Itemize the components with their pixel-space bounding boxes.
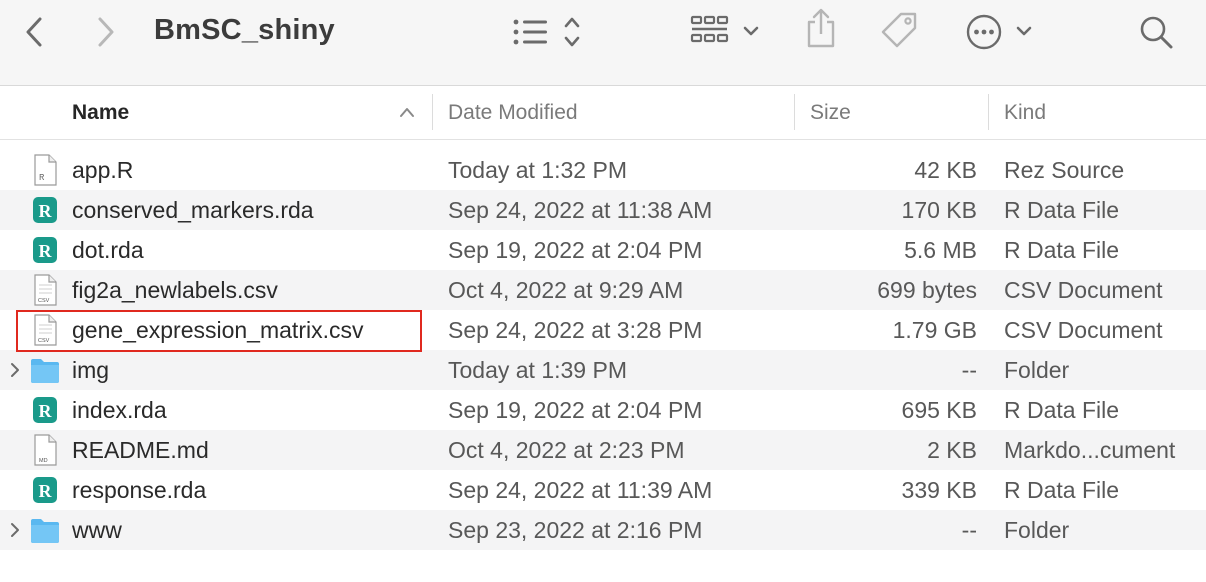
tag-button[interactable] xyxy=(878,10,922,52)
column-divider[interactable] xyxy=(794,94,795,130)
file-size: 42 KB xyxy=(914,157,977,183)
file-kind: CSV Document xyxy=(1004,317,1163,343)
search-button[interactable] xyxy=(1136,12,1176,52)
file-kind: Markdo...cument xyxy=(1004,437,1176,463)
file-kind: R Data File xyxy=(1004,397,1120,423)
disclosure-triangle-icon[interactable] xyxy=(8,362,22,378)
file-name: README.md xyxy=(72,437,209,463)
kind-column-header[interactable]: Kind xyxy=(1004,86,1046,140)
file-date: Sep 24, 2022 at 11:39 AM xyxy=(448,477,713,503)
file-row[interactable]: R app.R Today at 1:32 PM 42 KB Rez Sourc… xyxy=(0,150,1206,190)
ellipsis-circle-icon xyxy=(966,14,1032,50)
file-size: -- xyxy=(961,517,977,543)
file-row[interactable]: R conserved_markers.rda Sep 24, 2022 at … xyxy=(0,190,1206,230)
folder-icon xyxy=(31,359,59,383)
tag-icon xyxy=(881,12,917,48)
icon-label: MD xyxy=(39,458,48,464)
share-icon xyxy=(807,8,835,48)
file-size: 695 KB xyxy=(901,397,977,423)
r-script-doc-icon: R xyxy=(34,154,57,186)
icon-label: CSV xyxy=(38,298,50,304)
r-data-icon: R xyxy=(33,197,57,223)
file-kind: R Data File xyxy=(1004,237,1120,263)
file-row[interactable]: www Sep 23, 2022 at 2:16 PM -- Folder xyxy=(0,510,1206,550)
file-name: www xyxy=(72,517,122,543)
window-title: BmSC_shiny xyxy=(154,14,335,46)
file-date: Oct 4, 2022 at 2:23 PM xyxy=(448,437,685,463)
file-date: Today at 1:39 PM xyxy=(448,357,627,383)
md-doc-icon: MD xyxy=(34,434,57,466)
file-row[interactable]: R index.rda Sep 19, 2022 at 2:04 PM 695 … xyxy=(0,390,1206,430)
file-size: 339 KB xyxy=(901,477,977,503)
file-row[interactable]: R dot.rda Sep 19, 2022 at 2:04 PM 5.6 MB… xyxy=(0,230,1206,270)
file-size: 2 KB xyxy=(927,437,977,463)
file-kind: R Data File xyxy=(1004,197,1120,223)
file-row[interactable]: MD README.md Oct 4, 2022 at 2:23 PM 2 KB… xyxy=(0,430,1206,470)
file-kind: CSV Document xyxy=(1004,277,1163,303)
file-size: 1.79 GB xyxy=(892,317,977,343)
file-name: response.rda xyxy=(72,477,207,503)
file-kind: Rez Source xyxy=(1004,157,1125,183)
more-actions-button[interactable] xyxy=(964,12,1036,52)
file-name: app.R xyxy=(72,157,134,183)
folder-icon xyxy=(31,519,59,543)
highlight-annotation-box xyxy=(16,310,422,352)
file-name: fig2a_newlabels.csv xyxy=(72,277,278,303)
column-divider[interactable] xyxy=(988,94,989,130)
r-data-icon: R xyxy=(33,397,57,423)
name-column-header[interactable]: Name xyxy=(72,86,129,140)
file-date: Sep 24, 2022 at 3:28 PM xyxy=(448,317,703,343)
chevron-left-icon xyxy=(26,17,42,47)
sort-ascending-icon[interactable] xyxy=(398,105,416,119)
file-name: dot.rda xyxy=(72,237,144,263)
date-column-header[interactable]: Date Modified xyxy=(448,86,578,140)
icon-label: R xyxy=(39,201,53,221)
file-size: 170 KB xyxy=(901,197,977,223)
size-column-header[interactable]: Size xyxy=(810,86,851,140)
file-kind: Folder xyxy=(1004,357,1070,383)
r-data-icon: R xyxy=(33,237,57,263)
file-date: Sep 19, 2022 at 2:04 PM xyxy=(448,237,703,263)
icon-label: R xyxy=(39,401,53,421)
group-grid-icon xyxy=(690,15,759,43)
column-divider[interactable] xyxy=(432,94,433,130)
file-size: 699 bytes xyxy=(877,277,977,303)
r-data-icon: R xyxy=(33,477,57,503)
csv-doc-icon: CSV xyxy=(34,274,57,306)
icon-label: R xyxy=(39,481,53,501)
view-options-button[interactable] xyxy=(510,14,586,50)
file-row[interactable]: CSV fig2a_newlabels.csv Oct 4, 2022 at 9… xyxy=(0,270,1206,310)
file-size: 5.6 MB xyxy=(904,237,977,263)
icon-label: R xyxy=(39,173,45,183)
column-header: Name Date Modified Size Kind xyxy=(0,86,1206,140)
chevron-right-icon xyxy=(98,17,114,47)
file-name: conserved_markers.rda xyxy=(72,197,314,223)
file-date: Oct 4, 2022 at 9:29 AM xyxy=(448,277,684,303)
forward-button[interactable] xyxy=(90,14,122,50)
toolbar: BmSC_shiny xyxy=(0,0,1206,86)
file-date: Sep 24, 2022 at 11:38 AM xyxy=(448,197,713,223)
file-name: index.rda xyxy=(72,397,167,423)
file-date: Sep 19, 2022 at 2:04 PM xyxy=(448,397,703,423)
file-kind: R Data File xyxy=(1004,477,1120,503)
disclosure-triangle-icon[interactable] xyxy=(8,522,22,538)
search-icon xyxy=(1140,16,1173,49)
file-row[interactable]: img Today at 1:39 PM -- Folder xyxy=(0,350,1206,390)
file-row[interactable]: R response.rda Sep 24, 2022 at 11:39 AM … xyxy=(0,470,1206,510)
group-button[interactable] xyxy=(690,14,764,50)
back-button[interactable] xyxy=(18,14,50,50)
file-name: img xyxy=(72,357,110,383)
file-kind: Folder xyxy=(1004,517,1070,543)
share-button[interactable] xyxy=(802,8,840,50)
file-size: -- xyxy=(961,357,977,383)
icon-label: R xyxy=(39,241,53,261)
file-date: Today at 1:32 PM xyxy=(448,157,627,183)
list-view-icon xyxy=(513,17,580,47)
file-date: Sep 23, 2022 at 2:16 PM xyxy=(448,517,703,543)
